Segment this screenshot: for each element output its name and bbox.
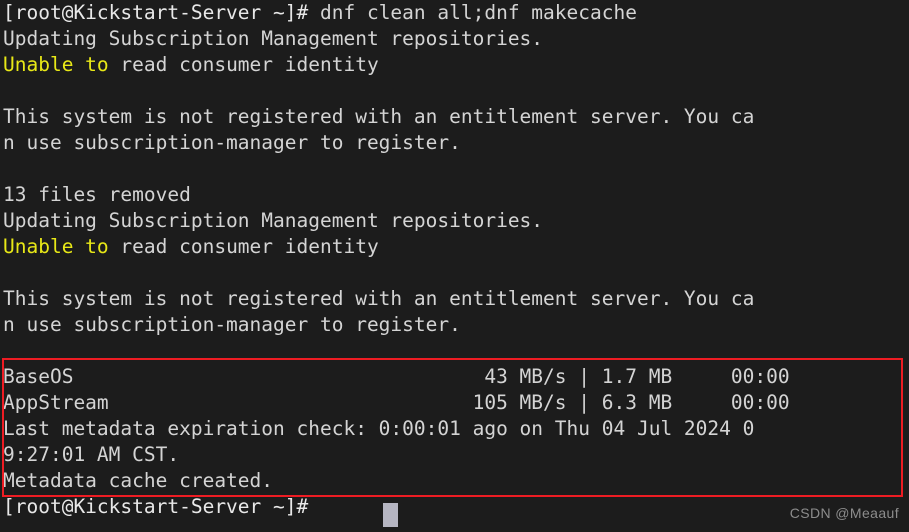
output-text: 13 files removed [3, 183, 191, 206]
output-text: This system is not registered with an en… [3, 287, 755, 310]
terminal-line-output: Updating Subscription Management reposit… [0, 208, 909, 234]
output-text: read consumer identity [108, 53, 379, 76]
terminal-output-area[interactable]: [root@Kickstart-Server ~]# dnf clean all… [0, 0, 909, 532]
shell-prompt: [root@Kickstart-Server ~]# [3, 1, 309, 24]
terminal-window[interactable]: [root@Kickstart-Server ~]# dnf clean all… [0, 0, 909, 532]
output-text: 9:27:01 AM CST. [3, 443, 180, 466]
terminal-line-command: [root@Kickstart-Server ~]# dnf clean all… [0, 0, 909, 26]
repo-row-text: BaseOS 43 MB/s | 1.7 MB 00:00 [3, 365, 790, 388]
warning-text: Unable to [3, 53, 109, 76]
terminal-line-output: Updating Subscription Management reposit… [0, 26, 909, 52]
terminal-line-repo-baseos: BaseOS 43 MB/s | 1.7 MB 00:00 [0, 364, 909, 390]
output-text: Metadata cache created. [3, 469, 274, 492]
warning-text: Unable to [3, 235, 109, 258]
terminal-line-output: This system is not registered with an en… [0, 286, 909, 312]
terminal-cursor [383, 503, 398, 527]
terminal-line-files-removed: 13 files removed [0, 182, 909, 208]
output-text: Last metadata expiration check: 0:00:01 … [3, 417, 755, 440]
watermark-label: CSDN @Meaauf [789, 505, 899, 521]
terminal-line-prompt: [root@Kickstart-Server ~]# [0, 494, 909, 520]
command-input[interactable] [308, 495, 320, 518]
shell-command: dnf clean all;dnf makecache [308, 1, 637, 24]
shell-prompt: [root@Kickstart-Server ~]# [3, 495, 309, 518]
terminal-line-output: This system is not registered with an en… [0, 104, 909, 130]
terminal-line-warning: Unable to read consumer identity [0, 52, 909, 78]
terminal-line-metadata-check-cont: 9:27:01 AM CST. [0, 442, 909, 468]
terminal-line-output: n use subscription-manager to register. [0, 312, 909, 338]
output-text: Updating Subscription Management reposit… [3, 209, 544, 232]
repo-row-text: AppStream 105 MB/s | 6.3 MB 00:00 [3, 391, 790, 414]
terminal-line-repo-appstream: AppStream 105 MB/s | 6.3 MB 00:00 [0, 390, 909, 416]
terminal-line-warning: Unable to read consumer identity [0, 234, 909, 260]
terminal-line-output: n use subscription-manager to register. [0, 130, 909, 156]
terminal-line-cache-created: Metadata cache created. [0, 468, 909, 494]
output-text: n use subscription-manager to register. [3, 313, 461, 336]
output-text: Updating Subscription Management reposit… [3, 27, 544, 50]
output-text: This system is not registered with an en… [3, 105, 755, 128]
output-text: read consumer identity [108, 235, 379, 258]
output-text: n use subscription-manager to register. [3, 131, 461, 154]
terminal-line-metadata-check: Last metadata expiration check: 0:00:01 … [0, 416, 909, 442]
